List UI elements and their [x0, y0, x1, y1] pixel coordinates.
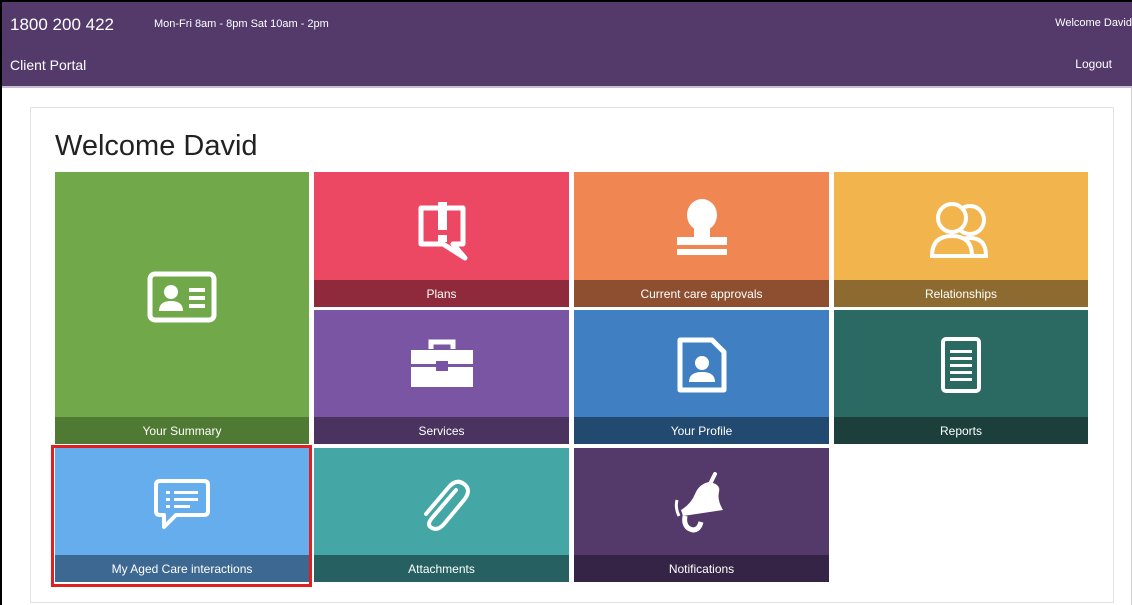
bell-icon [574, 468, 829, 538]
tile-notifications[interactable]: Notifications [574, 448, 829, 582]
tile-your-profile[interactable]: Your Profile [574, 310, 829, 444]
id-card-icon [55, 267, 309, 327]
briefcase-icon [314, 332, 569, 394]
tile-label: Plans [314, 280, 569, 307]
tile-label: Services [314, 417, 569, 444]
top-bar: 1800 200 422 Mon-Fri 8am - 8pm Sat 10am … [2, 2, 1132, 88]
tile-label: Your Summary [55, 417, 309, 444]
tile-plans[interactable]: Plans [314, 172, 569, 307]
opening-hours: Mon-Fri 8am - 8pm Sat 10am - 2pm [154, 18, 329, 30]
tile-label: Notifications [574, 555, 829, 582]
page-title: Welcome David [55, 130, 258, 162]
tile-label: My Aged Care interactions [55, 555, 309, 582]
profile-document-icon [574, 332, 829, 398]
tile-reports[interactable]: Reports [834, 310, 1088, 444]
tile-my-aged-care-interactions[interactable]: My Aged Care interactions [55, 448, 309, 582]
tile-label: Current care approvals [574, 280, 829, 307]
users-icon [834, 200, 1088, 260]
chat-bubble-icon [55, 476, 309, 532]
logout-link[interactable]: Logout [1075, 57, 1112, 71]
portal-title[interactable]: Client Portal [10, 57, 86, 73]
tile-relationships[interactable]: Relationships [834, 172, 1088, 307]
report-document-icon [834, 334, 1088, 396]
tile-label: Relationships [834, 280, 1088, 307]
exclamation-speech-icon [314, 200, 569, 262]
tile-services[interactable]: Services [314, 310, 569, 444]
tile-label: Your Profile [574, 417, 829, 444]
tile-label: Attachments [314, 555, 569, 582]
tile-current-care-approvals[interactable]: Current care approvals [574, 172, 829, 307]
tile-attachments[interactable]: Attachments [314, 448, 569, 582]
phone-number[interactable]: 1800 200 422 [10, 15, 114, 35]
tile-your-summary[interactable]: Your Summary [55, 172, 309, 444]
paperclip-icon [314, 470, 569, 536]
welcome-user[interactable]: Welcome David [1055, 17, 1132, 29]
stamp-icon [574, 197, 829, 261]
tile-label: Reports [834, 417, 1088, 444]
